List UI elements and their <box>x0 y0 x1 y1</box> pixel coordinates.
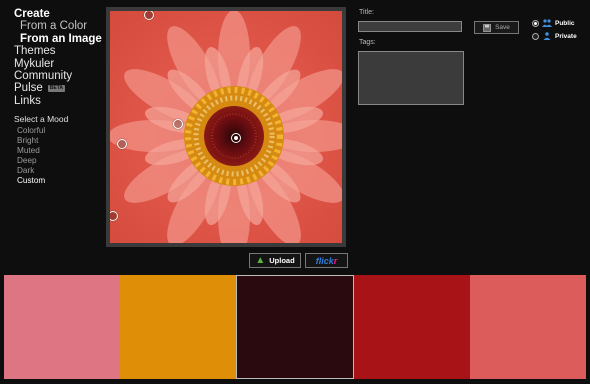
title-label: Title: <box>359 9 374 16</box>
mood-title: Select a Mood <box>14 114 69 124</box>
public-label: Public <box>555 19 575 27</box>
nav-mykuler[interactable]: Mykuler <box>14 58 104 70</box>
mood-colorful[interactable]: Colorful <box>14 126 68 136</box>
tags-label: Tags: <box>359 39 376 46</box>
mood-custom[interactable]: Custom <box>14 176 68 186</box>
nav-from-an-image[interactable]: From an Image <box>14 33 104 45</box>
upload-label: Upload <box>269 256 295 265</box>
nav-pulse-label: Pulse <box>14 82 43 95</box>
color-swatch-4[interactable] <box>354 275 470 379</box>
color-swatch-2[interactable] <box>120 275 236 379</box>
color-swatches <box>4 275 586 379</box>
nav-from-a-color[interactable]: From a Color <box>14 20 104 32</box>
color-swatch-3[interactable] <box>236 275 354 379</box>
private-radio[interactable] <box>532 32 539 40</box>
nav-community[interactable]: Community <box>14 70 104 82</box>
beta-badge: BETA <box>47 85 66 93</box>
flower-image <box>110 11 342 243</box>
mood-selector: Select a Mood Colorful Bright Muted Deep… <box>14 114 68 186</box>
color-picker-4[interactable] <box>117 139 127 149</box>
nav-themes[interactable]: Themes <box>14 45 104 57</box>
public-radio[interactable] <box>532 19 539 27</box>
mood-deep[interactable]: Deep <box>14 156 68 166</box>
visibility-private[interactable]: Private <box>532 32 577 40</box>
upload-arrow-icon: ▲ <box>255 255 266 266</box>
tags-input[interactable] <box>358 51 464 105</box>
color-swatch-5[interactable] <box>470 275 586 379</box>
mood-muted[interactable]: Muted <box>14 146 68 156</box>
image-frame <box>106 7 346 247</box>
mood-dark[interactable]: Dark <box>14 166 68 176</box>
nav-links[interactable]: Links <box>14 95 104 107</box>
floppy-disk-icon <box>483 23 491 32</box>
mood-bright[interactable]: Bright <box>14 136 68 146</box>
private-label: Private <box>555 32 577 40</box>
nav-pulse[interactable]: Pulse BETA <box>14 82 104 94</box>
save-button[interactable]: Save <box>474 21 519 34</box>
title-input[interactable] <box>358 21 462 32</box>
flickr-logo-part1: flick <box>315 255 334 266</box>
flickr-logo-part2: r <box>333 255 338 266</box>
nav-create[interactable]: Create <box>14 8 104 20</box>
left-navigation: Create From a Color From an Image Themes… <box>14 8 104 107</box>
upload-button[interactable]: ▲ Upload <box>249 253 301 268</box>
person-icon <box>543 32 551 40</box>
color-picker-3[interactable] <box>231 133 241 143</box>
save-label: Save <box>495 24 510 31</box>
group-icon <box>542 19 552 27</box>
color-picker-2[interactable] <box>173 119 183 129</box>
visibility-public[interactable]: Public <box>532 19 575 27</box>
flickr-button[interactable]: flick r <box>305 253 348 268</box>
source-image[interactable] <box>110 11 342 243</box>
color-swatch-1[interactable] <box>4 275 120 379</box>
